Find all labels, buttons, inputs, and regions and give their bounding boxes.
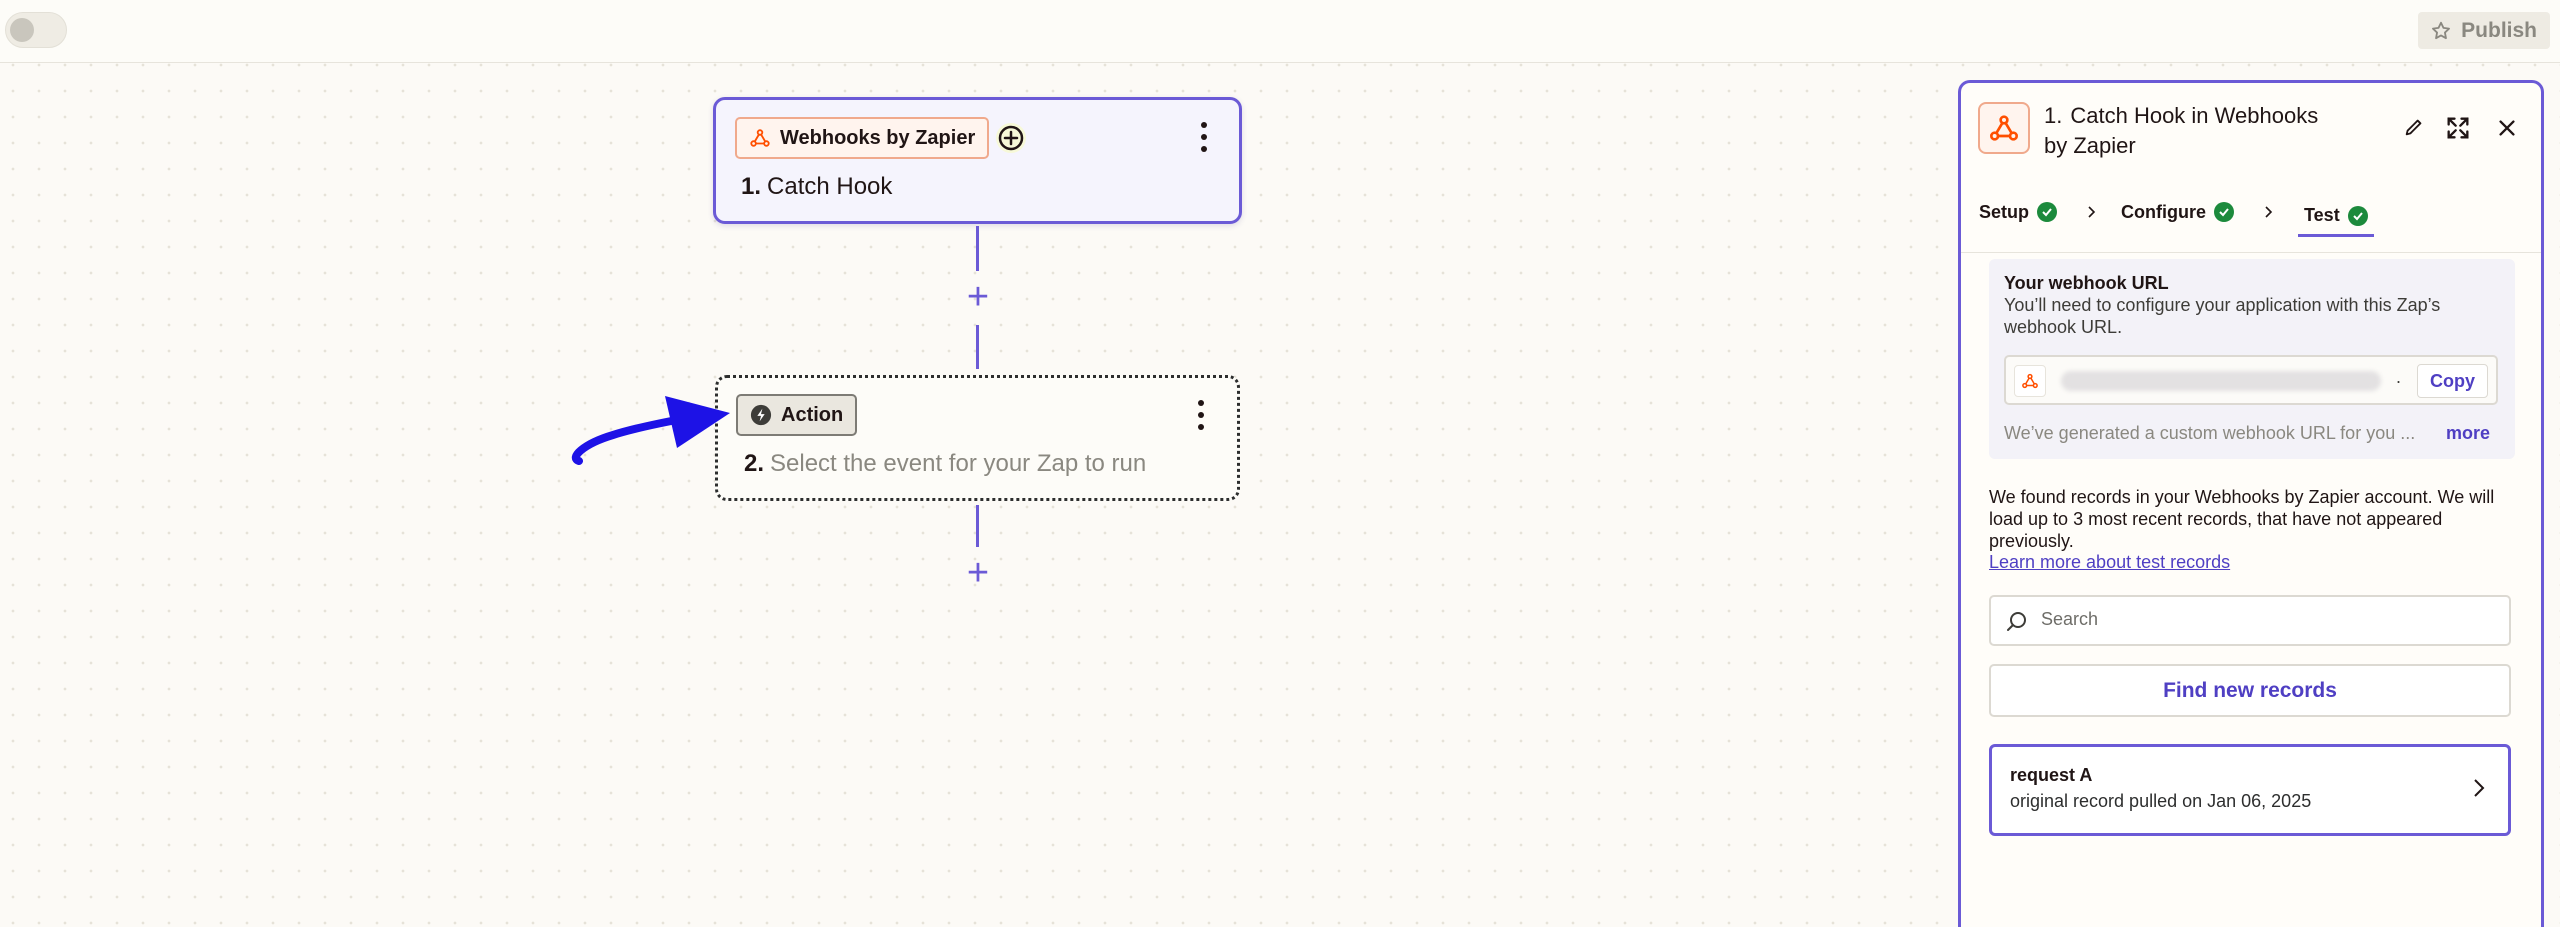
panel-header: 1. Catch Hook in Webhooks by Zapier Setup… bbox=[1961, 83, 2541, 253]
action-bolt-icon bbox=[750, 404, 772, 426]
check-icon bbox=[2214, 202, 2235, 222]
action-step-number: 2. bbox=[744, 450, 765, 477]
url-suffix: . bbox=[2396, 367, 2402, 387]
connector-line bbox=[976, 505, 979, 547]
tab-configure[interactable]: Configure bbox=[2121, 195, 2235, 229]
add-step-button[interactable]: + bbox=[961, 278, 995, 316]
panel-step-number: 1. bbox=[2044, 103, 2063, 128]
tab-test-label: Test bbox=[2304, 205, 2340, 225]
annotation-arrow-icon bbox=[571, 396, 730, 465]
toggle-knob bbox=[10, 18, 34, 42]
record-subtitle: original record pulled on Jan 06, 2025 bbox=[2010, 791, 2312, 811]
webhook-url-label: Your webhook URL bbox=[2004, 273, 2169, 293]
webhook-url-field[interactable]: . Copy bbox=[2004, 355, 2498, 405]
found-records-text: We found records in your Webhooks by Zap… bbox=[1989, 487, 2495, 551]
copy-button[interactable]: Copy bbox=[2417, 364, 2488, 398]
step-details-panel: 1. Catch Hook in Webhooks by Zapier Setup… bbox=[1958, 80, 2544, 927]
publish-label: Publish bbox=[2461, 18, 2537, 42]
redacted-url bbox=[2061, 371, 2381, 391]
webhook-icon bbox=[2014, 365, 2046, 397]
publish-button[interactable]: Publish bbox=[2418, 12, 2550, 49]
add-circle-icon[interactable] bbox=[994, 121, 1028, 155]
connector-line bbox=[976, 226, 979, 271]
record-item[interactable]: request A original record pulled on Jan … bbox=[1989, 744, 2511, 836]
zap-status-toggle[interactable] bbox=[5, 12, 67, 48]
webhook-url-section: Your webhook URL You’ll need to configur… bbox=[1989, 259, 2515, 459]
trigger-step-title: 1. Catch Hook bbox=[741, 173, 892, 201]
close-icon[interactable] bbox=[2496, 117, 2518, 139]
find-new-records-button[interactable]: Find new records bbox=[1989, 664, 2511, 717]
add-step-button[interactable]: + bbox=[961, 554, 995, 592]
trigger-step-label: Catch Hook bbox=[767, 173, 893, 200]
tab-setup-label: Setup bbox=[1979, 201, 2030, 222]
record-title: request A bbox=[2010, 765, 2093, 785]
action-step-card[interactable]: Action 2. Select the event for your Zap t… bbox=[715, 375, 1240, 501]
chevron-right-icon bbox=[2265, 206, 2273, 218]
tab-test[interactable]: Test bbox=[2298, 197, 2374, 237]
step-tabs: Setup Configure Test bbox=[1979, 187, 2374, 237]
more-link[interactable]: more bbox=[2446, 423, 2490, 444]
action-app-name: Action bbox=[781, 403, 844, 426]
edit-pencil-icon[interactable] bbox=[2403, 116, 2425, 138]
webhook-url-description: You’ll need to configure your applicatio… bbox=[2004, 295, 2441, 337]
tab-setup[interactable]: Setup bbox=[1979, 195, 2058, 229]
chevron-right-icon bbox=[2088, 206, 2096, 218]
search-field[interactable] bbox=[1989, 595, 2511, 646]
expand-icon[interactable] bbox=[2444, 114, 2472, 142]
trigger-app-name: Webhooks by Zapier bbox=[780, 126, 976, 149]
tab-configure-label: Configure bbox=[2121, 201, 2207, 222]
star-icon bbox=[2432, 21, 2451, 39]
top-bar: Publish bbox=[0, 0, 2560, 63]
panel-title-text: Catch Hook in Webhooks by Zapier bbox=[2044, 103, 2319, 158]
trigger-step-number: 1. bbox=[741, 173, 762, 200]
webhook-app-icon bbox=[1978, 102, 2030, 154]
search-icon bbox=[2007, 612, 2026, 631]
chevron-right-icon bbox=[2474, 779, 2485, 797]
action-more-menu-icon[interactable] bbox=[1191, 397, 1211, 433]
panel-title: 1. Catch Hook in Webhooks by Zapier bbox=[2044, 101, 2334, 161]
trigger-app-chip[interactable]: Webhooks by Zapier bbox=[735, 117, 990, 159]
check-icon bbox=[2037, 202, 2058, 222]
check-icon bbox=[2347, 205, 2368, 226]
trigger-step-card[interactable]: Webhooks by Zapier 1. Catch Hook bbox=[713, 97, 1242, 224]
action-step-label: Select the event for your Zap to run bbox=[770, 450, 1147, 477]
action-app-chip[interactable]: Action bbox=[736, 394, 858, 436]
search-input[interactable] bbox=[2041, 609, 2481, 630]
webhook-note: We’ve generated a custom webhook URL for… bbox=[2004, 423, 2416, 443]
webhook-icon bbox=[750, 129, 770, 147]
connector-line bbox=[976, 325, 979, 369]
action-step-title: 2. Select the event for your Zap to run bbox=[744, 450, 1146, 478]
trigger-more-menu-icon[interactable] bbox=[1194, 119, 1214, 155]
learn-more-link[interactable]: Learn more about test records bbox=[1989, 552, 2230, 573]
